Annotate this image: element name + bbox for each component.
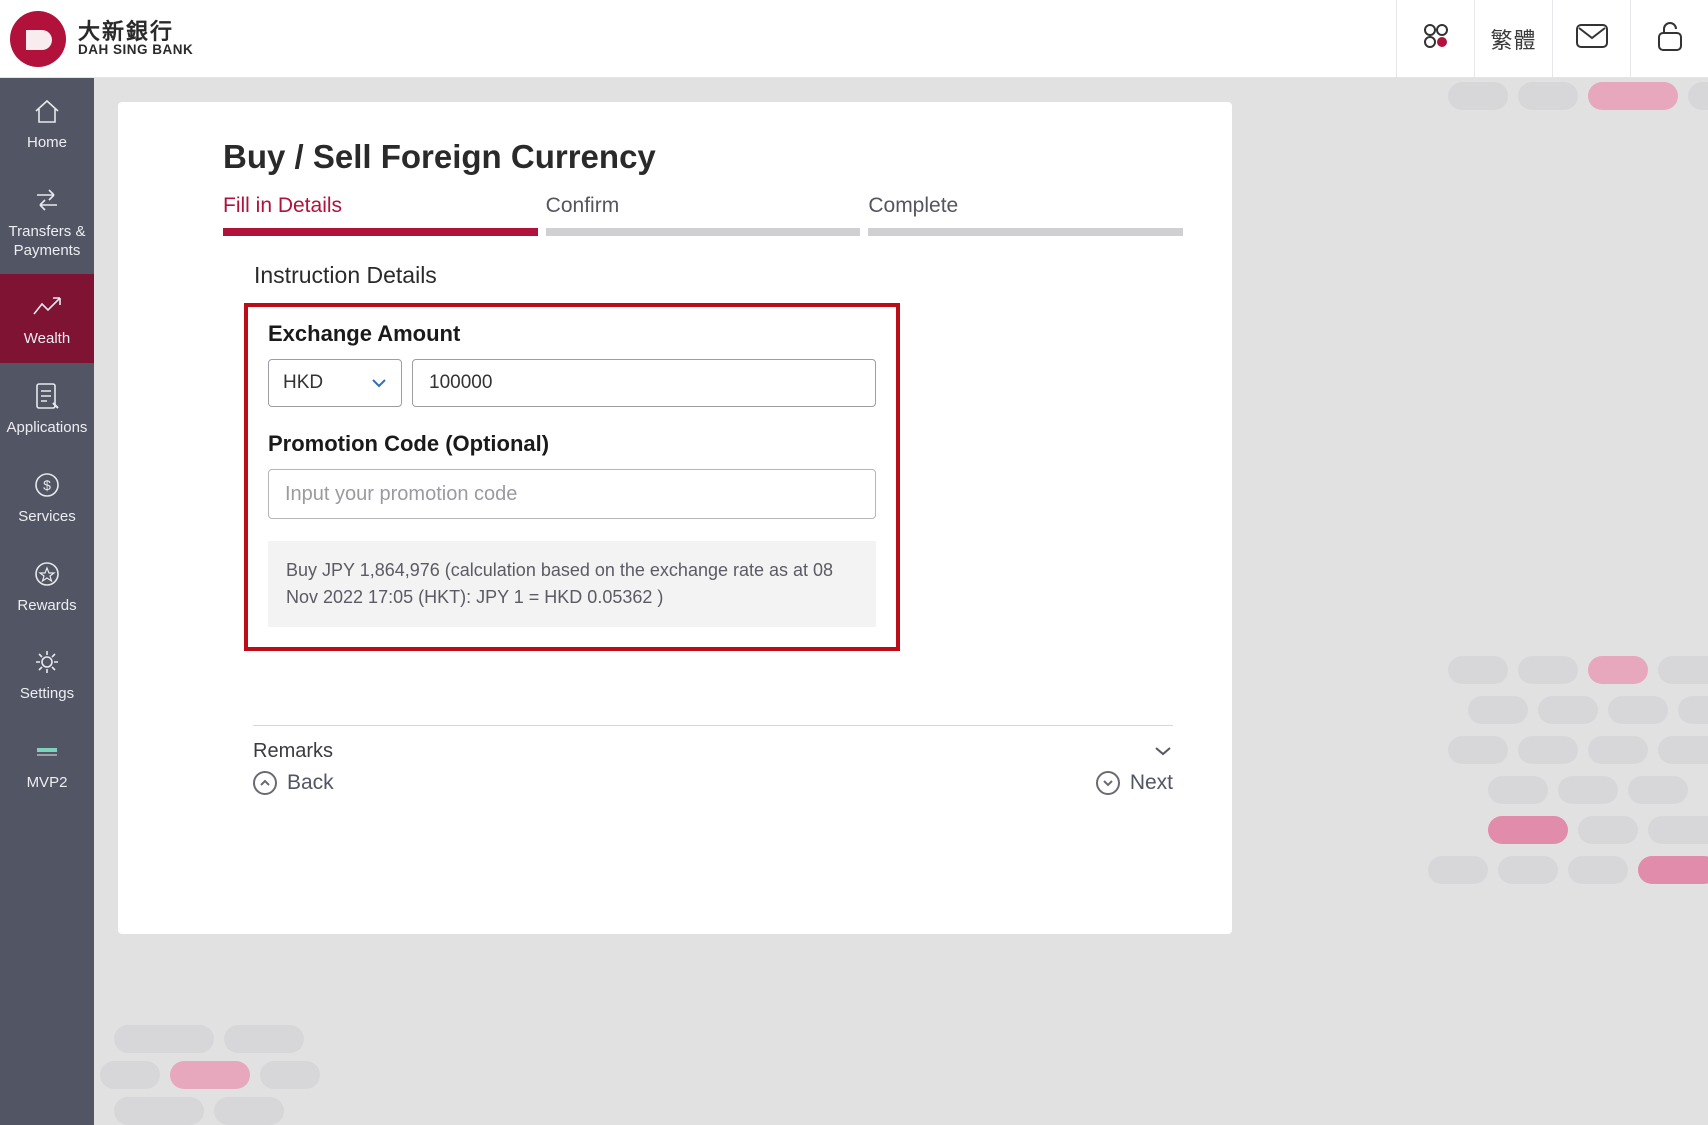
transfer-icon xyxy=(32,183,62,217)
apps-button[interactable] xyxy=(1396,0,1474,77)
sidebar-item-settings[interactable]: Settings xyxy=(0,629,94,718)
remarks-label: Remarks xyxy=(253,740,333,763)
exchange-rate-banner: Buy JPY 1,864,976 (calculation based on … xyxy=(268,541,876,627)
sidebar-item-transfers[interactable]: Transfers & Payments xyxy=(0,167,94,275)
step-bar xyxy=(546,228,861,236)
currency-selected-value: HKD xyxy=(283,372,323,394)
sidebar-item-label: MVP2 xyxy=(27,774,68,793)
brand-text: 大新銀行 DAH SING BANK xyxy=(78,20,193,57)
section-title: Instruction Details xyxy=(254,262,1232,289)
divider xyxy=(253,725,1173,726)
chevron-down-icon xyxy=(1153,740,1173,763)
header-actions: 繁體 xyxy=(1396,0,1708,77)
wealth-icon xyxy=(31,290,63,324)
sidebar-item-services[interactable]: $ Services xyxy=(0,452,94,541)
promo-code-input[interactable] xyxy=(268,469,876,519)
brand-logo: 大新銀行 DAH SING BANK xyxy=(0,9,193,69)
services-icon: $ xyxy=(33,468,61,502)
page-title: Buy / Sell Foreign Currency xyxy=(223,138,1232,176)
lock-button[interactable] xyxy=(1630,0,1708,77)
chevron-down-icon xyxy=(371,372,387,394)
form-nav-row: Back Next xyxy=(253,771,1173,795)
brand-name-en: DAH SING BANK xyxy=(78,43,193,57)
sidebar-item-label: Applications xyxy=(7,419,88,438)
lock-icon xyxy=(1657,20,1683,57)
messages-button[interactable] xyxy=(1552,0,1630,77)
sidebar-item-label: Settings xyxy=(20,685,74,704)
next-label: Next xyxy=(1130,771,1173,795)
next-button[interactable]: Next xyxy=(1096,771,1173,795)
home-icon xyxy=(32,94,62,128)
svg-text:$: $ xyxy=(43,477,51,493)
mvp2-icon xyxy=(35,734,59,768)
sidebar-item-label: Services xyxy=(18,508,76,527)
language-label: 繁體 xyxy=(1490,23,1536,55)
arrow-down-circle-icon xyxy=(1096,771,1120,795)
apps-grid-icon xyxy=(1421,21,1451,56)
sidebar-item-home[interactable]: Home xyxy=(0,78,94,167)
brand-mark-icon xyxy=(8,9,68,69)
step-label: Complete xyxy=(868,194,1183,218)
sidebar-item-label: Home xyxy=(27,134,67,153)
step-bar xyxy=(223,228,538,236)
app-header: 大新銀行 DAH SING BANK 繁體 xyxy=(0,0,1708,78)
step-fill-in-details: Fill in Details xyxy=(223,194,538,236)
back-label: Back xyxy=(287,771,334,795)
sidebar-item-mvp2[interactable]: MVP2 xyxy=(0,718,94,807)
mail-icon xyxy=(1576,24,1608,53)
decor-pills-right xyxy=(1408,656,1708,976)
exchange-amount-input[interactable] xyxy=(412,359,876,407)
sidebar-item-rewards[interactable]: Rewards xyxy=(0,541,94,630)
applications-icon xyxy=(33,379,61,413)
sidebar-item-label: Rewards xyxy=(17,597,76,616)
step-confirm: Confirm xyxy=(546,194,861,236)
rewards-icon xyxy=(33,557,61,591)
sidebar-item-label: Transfers & Payments xyxy=(4,223,90,261)
exchange-amount-label: Exchange Amount xyxy=(268,321,876,347)
step-complete: Complete xyxy=(868,194,1183,236)
step-bar xyxy=(868,228,1183,236)
language-toggle[interactable]: 繁體 xyxy=(1474,0,1552,77)
remarks-toggle[interactable]: Remarks xyxy=(253,740,1173,763)
step-label: Fill in Details xyxy=(223,194,538,218)
back-button[interactable]: Back xyxy=(253,771,334,795)
brand-name-zh: 大新銀行 xyxy=(78,20,193,43)
content-card: Buy / Sell Foreign Currency Fill in Deta… xyxy=(118,102,1232,934)
sidebar-item-label: Wealth xyxy=(24,330,70,349)
arrow-up-circle-icon xyxy=(253,771,277,795)
sidebar-item-applications[interactable]: Applications xyxy=(0,363,94,452)
currency-select[interactable]: HKD xyxy=(268,359,402,407)
decor-pills-top xyxy=(1408,78,1708,118)
step-indicator: Fill in Details Confirm Complete xyxy=(223,194,1183,236)
instruction-form-highlight: Exchange Amount HKD Promotion Code (Opti… xyxy=(244,303,900,651)
sidebar-nav: Home Transfers & Payments Wealth Applica… xyxy=(0,78,94,1125)
gear-icon xyxy=(33,645,61,679)
promo-code-label: Promotion Code (Optional) xyxy=(268,431,876,457)
sidebar-item-wealth[interactable]: Wealth xyxy=(0,274,94,363)
step-label: Confirm xyxy=(546,194,861,218)
